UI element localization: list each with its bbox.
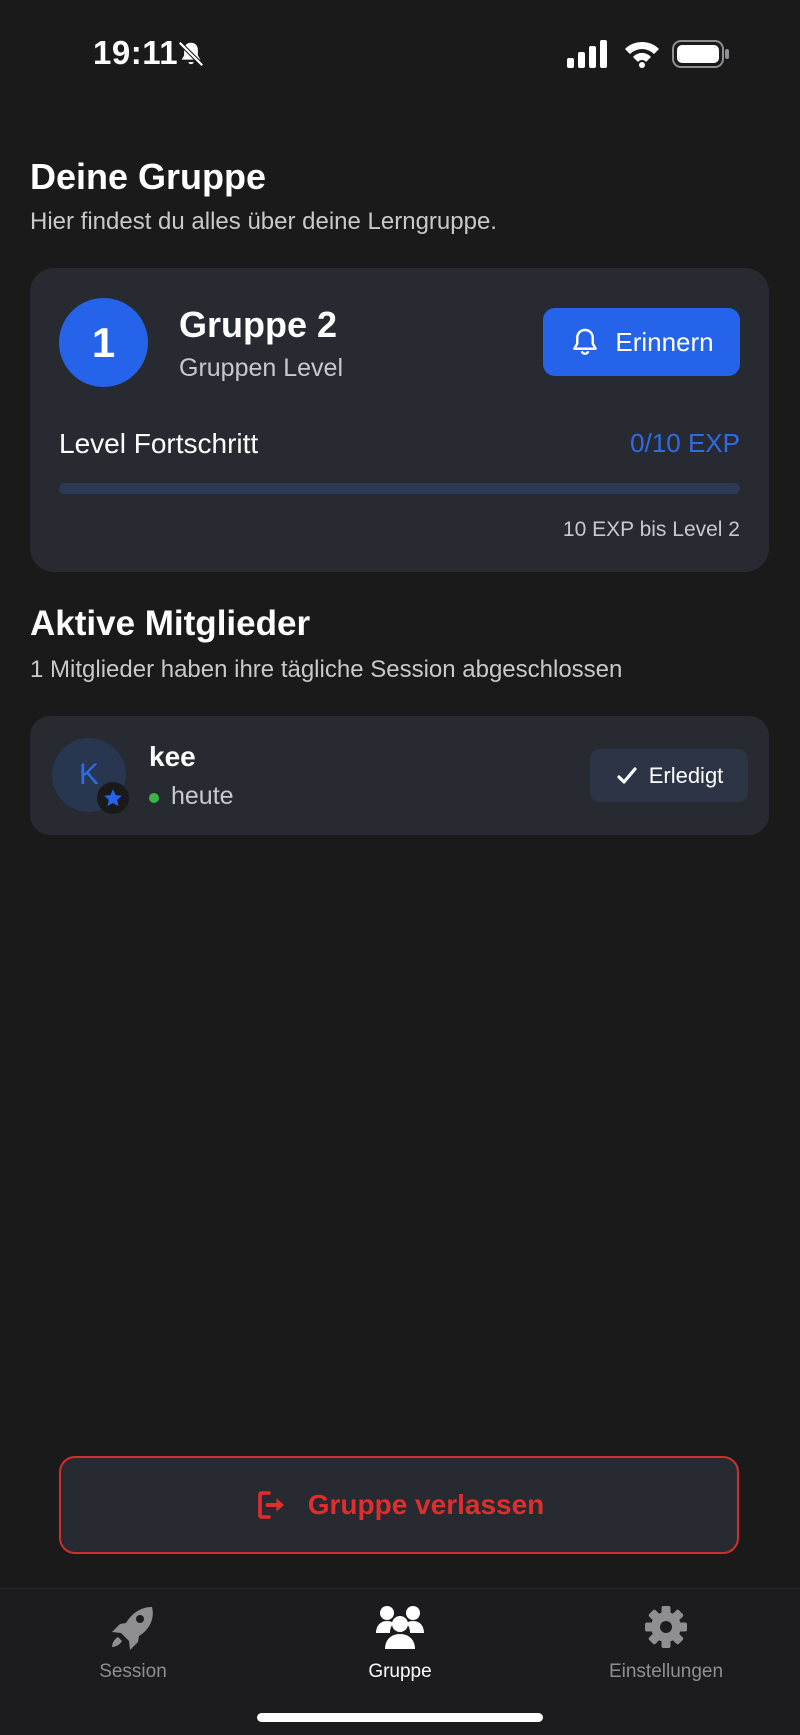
tab-gruppe[interactable]: Gruppe xyxy=(300,1603,500,1683)
group-card: 1 Gruppe 2 Gruppen Level Erinnern Level … xyxy=(30,268,769,572)
status-badge-label: Erledigt xyxy=(648,762,724,788)
admin-star-badge xyxy=(97,782,129,814)
page-subtitle: Hier findest du alles über deine Lerngru… xyxy=(30,208,497,235)
leave-group-button[interactable]: Gruppe verlassen xyxy=(59,1456,739,1554)
group-level-label: Gruppen Level xyxy=(179,354,344,382)
tab-einstellungen[interactable]: Einstellungen xyxy=(566,1603,766,1683)
status-badge: Erledigt xyxy=(590,749,748,802)
exit-icon xyxy=(257,1491,284,1519)
tab-session-label: Session xyxy=(99,1661,167,1682)
signal-icon xyxy=(567,40,607,68)
leave-group-label: Gruppe verlassen xyxy=(307,1489,545,1520)
remind-button-label: Erinnern xyxy=(615,326,714,357)
member-name: kee xyxy=(149,741,196,772)
star-icon xyxy=(104,789,122,807)
exp-remaining: 10 EXP bis Level 2 xyxy=(562,518,740,541)
online-indicator xyxy=(149,793,159,803)
progress-value: 0/10 EXP xyxy=(630,428,740,458)
gear-icon xyxy=(645,1606,687,1648)
status-bar: 19:11 xyxy=(0,0,800,100)
tab-session[interactable]: Session xyxy=(33,1603,233,1683)
bell-slash-icon xyxy=(178,41,204,67)
checkmark-icon xyxy=(617,766,637,784)
members-subtitle: 1 Mitglieder haben ihre tägliche Session… xyxy=(30,656,623,683)
progress-label: Level Fortschritt xyxy=(59,428,259,459)
group-name: Gruppe 2 xyxy=(179,304,338,345)
status-time: 19:11 xyxy=(93,34,179,71)
tab-gruppe-label: Gruppe xyxy=(368,1661,432,1682)
wifi-icon xyxy=(625,41,659,68)
group-icon xyxy=(376,1606,424,1649)
tab-einstellungen-label: Einstellungen xyxy=(608,1661,724,1682)
remind-button[interactable]: Erinnern xyxy=(543,308,740,376)
member-last-active: heute xyxy=(171,782,234,810)
group-level-badge: 1 xyxy=(59,298,148,387)
home-indicator xyxy=(257,1713,543,1722)
battery-icon xyxy=(672,40,729,68)
bell-icon xyxy=(573,328,598,355)
members-title: Aktive Mitglieder xyxy=(30,604,311,643)
level-progress-bar xyxy=(59,483,740,494)
rocket-icon xyxy=(112,1607,153,1650)
list-item[interactable]: K kee heute Erledigt xyxy=(30,716,769,835)
page-title: Deine Gruppe xyxy=(30,156,267,197)
